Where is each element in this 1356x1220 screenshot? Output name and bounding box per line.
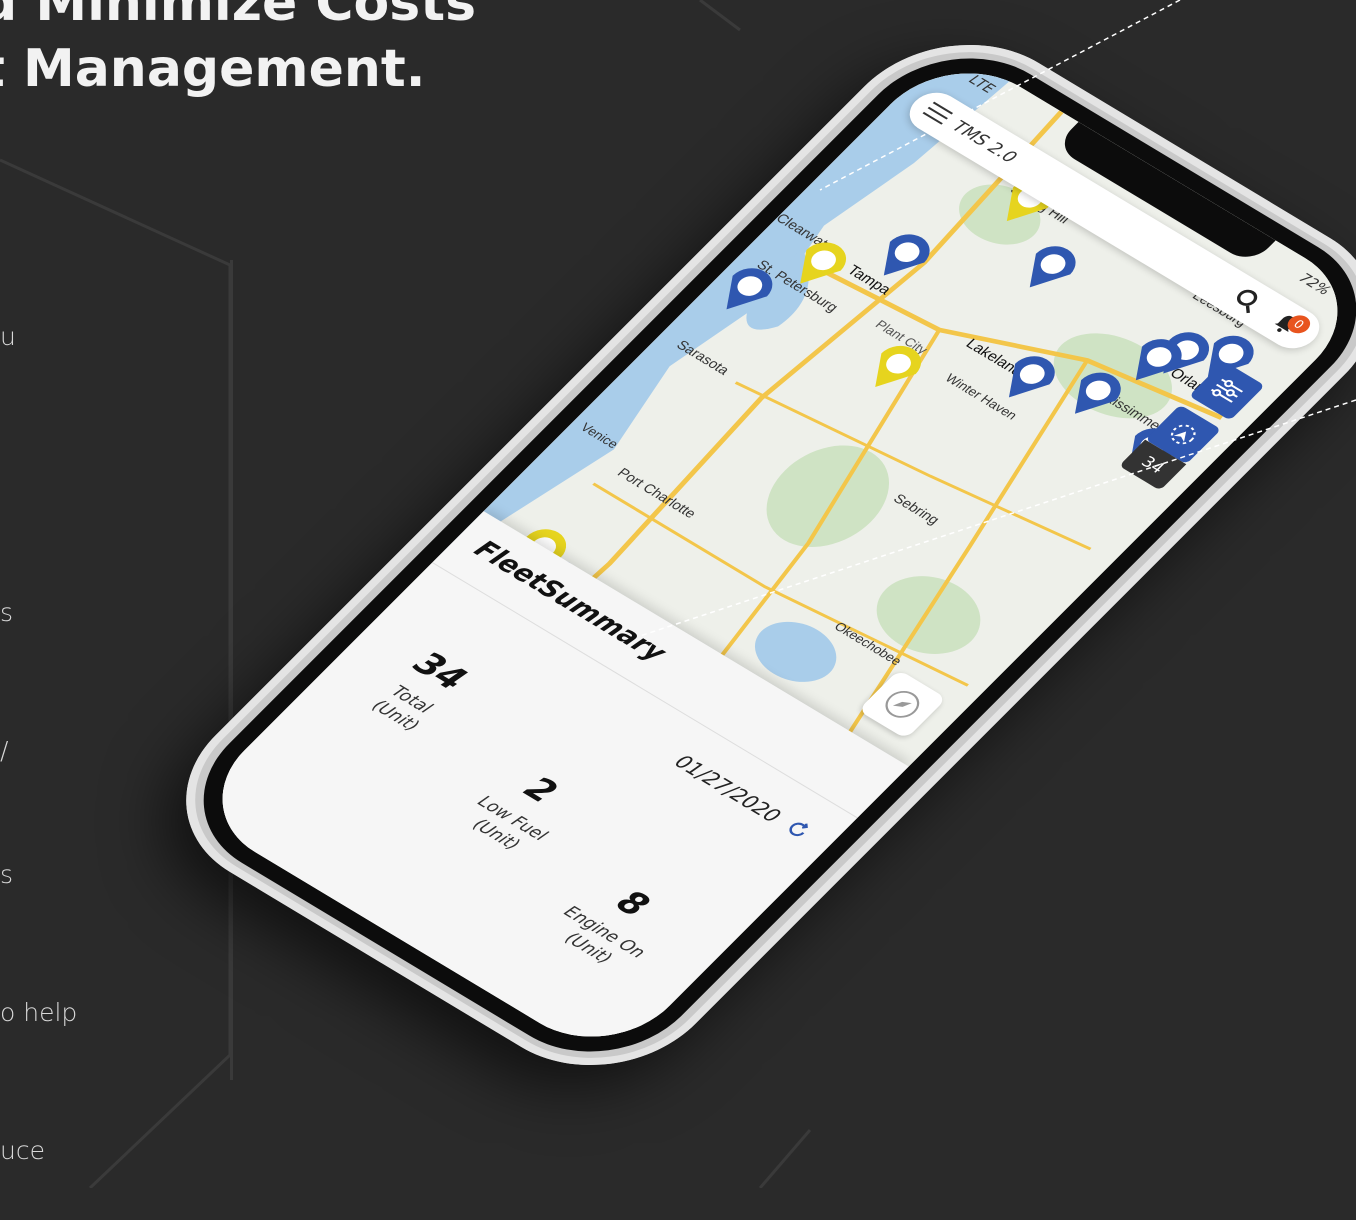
callout-lines xyxy=(639,0,1356,637)
callout-line xyxy=(639,399,1356,637)
callout-line xyxy=(819,0,1181,191)
